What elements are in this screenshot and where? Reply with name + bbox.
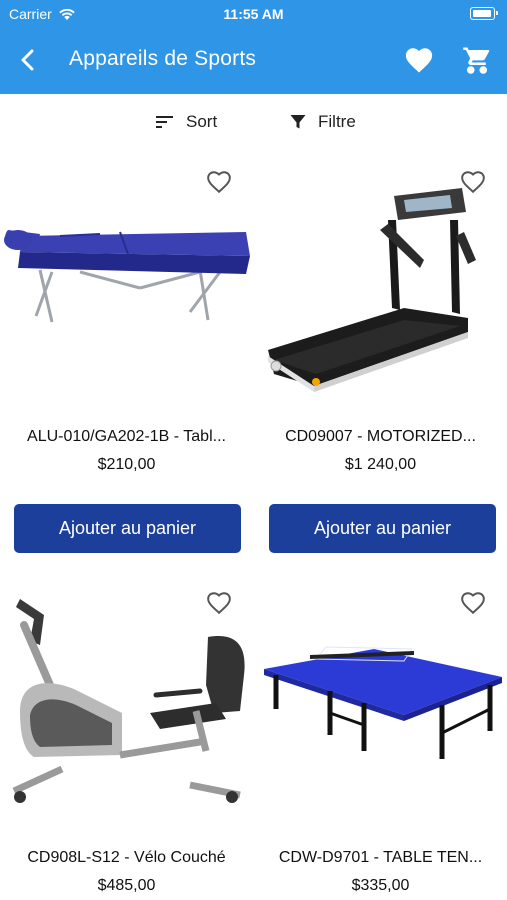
battery-icon — [470, 7, 498, 20]
add-to-cart-button[interactable]: Ajouter au panier — [14, 504, 241, 553]
product-card[interactable]: CD908L-S12 - Vélo Couché $485,00 — [0, 585, 253, 900]
add-to-cart-button[interactable]: Ajouter au panier — [269, 504, 496, 553]
product-name[interactable]: CD09007 - MOTORIZED... — [254, 428, 507, 446]
page-title: Appareils de Sports — [69, 47, 257, 70]
product-price: $210,00 — [97, 456, 156, 473]
heart-outline-icon[interactable] — [206, 170, 232, 194]
filter-icon — [290, 115, 306, 129]
product-card[interactable]: ALU-010/GA202-1B - Tabl... $210,00 Ajout… — [0, 160, 253, 560]
sort-label: Sort — [186, 112, 218, 131]
heart-outline-icon[interactable] — [460, 170, 486, 194]
product-price: $1 240,00 — [344, 456, 417, 473]
product-image-table-tennis[interactable] — [254, 585, 507, 825]
product-name[interactable]: CD908L-S12 - Vélo Couché — [0, 849, 253, 867]
product-name[interactable]: ALU-010/GA202-1B - Tabl... — [0, 428, 253, 446]
heart-icon[interactable] — [404, 46, 434, 74]
navigation-bar: Appareils de Sports — [0, 36, 507, 84]
filter-label: Filtre — [318, 112, 356, 131]
product-name[interactable]: CDW-D9701 - TABLE TEN... — [254, 849, 507, 867]
product-card[interactable]: CDW-D9701 - TABLE TEN... $335,00 — [254, 585, 507, 900]
status-time: 11:55 AM — [223, 6, 284, 22]
cart-icon[interactable] — [462, 45, 492, 75]
filter-button[interactable]: Filtre — [290, 108, 356, 136]
heart-outline-icon[interactable] — [206, 591, 232, 615]
product-card[interactable]: CD09007 - MOTORIZED... $1 240,00 Ajouter… — [254, 160, 507, 560]
status-bar: Carrier 11:55 AM — [0, 0, 507, 28]
heart-outline-icon[interactable] — [460, 591, 486, 615]
sort-button[interactable]: Sort — [156, 108, 217, 136]
product-price: $335,00 — [351, 877, 410, 894]
product-image-treadmill[interactable] — [254, 160, 507, 400]
sort-filter-toolbar: Sort Filtre — [0, 108, 507, 136]
chevron-left-icon[interactable] — [14, 46, 42, 74]
product-image-massage-table[interactable] — [0, 160, 253, 400]
product-price: $485,00 — [97, 877, 156, 894]
sort-icon — [156, 116, 173, 128]
app-header: Carrier 11:55 AM Appareils de Sports — [0, 0, 507, 94]
product-image-recumbent-bike[interactable] — [0, 585, 253, 825]
